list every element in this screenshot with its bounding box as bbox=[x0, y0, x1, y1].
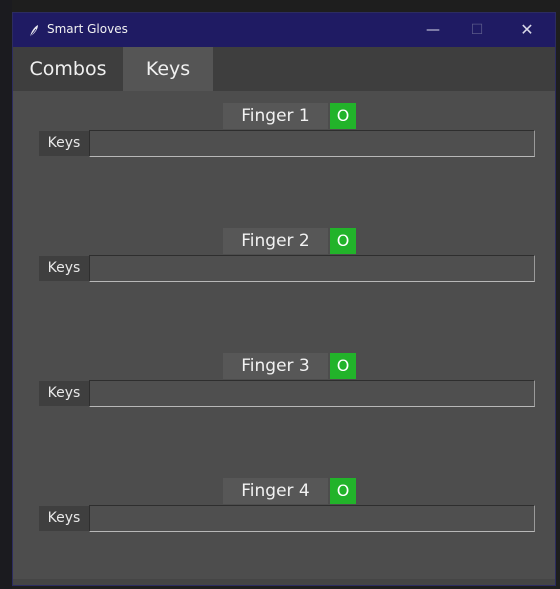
finger-row-3: Finger 3 O Keys bbox=[13, 353, 555, 413]
status-badge[interactable]: O bbox=[330, 103, 356, 129]
keys-label: Keys bbox=[39, 381, 89, 406]
app-window: Smart Gloves — ☐ ✕ Combos Keys Finger 1 … bbox=[12, 12, 556, 586]
finger-row-1: Finger 1 O Keys bbox=[13, 103, 555, 163]
finger-label: Finger 3 bbox=[223, 353, 328, 379]
finger-row-2: Finger 2 O Keys bbox=[13, 228, 555, 288]
tab-combos[interactable]: Combos bbox=[13, 47, 123, 91]
keys-input[interactable] bbox=[89, 130, 535, 157]
finger-label: Finger 4 bbox=[223, 478, 328, 504]
keys-label: Keys bbox=[39, 506, 89, 531]
status-badge[interactable]: O bbox=[330, 478, 356, 504]
finger-label: Finger 1 bbox=[223, 103, 328, 129]
finger-label: Finger 2 bbox=[223, 228, 328, 254]
status-badge[interactable]: O bbox=[330, 228, 356, 254]
tab-keys[interactable]: Keys bbox=[123, 47, 213, 91]
keys-input[interactable] bbox=[89, 255, 535, 282]
window-title: Smart Gloves bbox=[47, 22, 128, 36]
close-icon[interactable]: ✕ bbox=[505, 13, 549, 47]
maximize-icon[interactable]: ☐ bbox=[455, 13, 499, 47]
tab-bar: Combos Keys bbox=[13, 47, 555, 91]
finger-row-4: Finger 4 O Keys bbox=[13, 478, 555, 538]
keys-input[interactable] bbox=[89, 505, 535, 532]
bottom-strip bbox=[13, 579, 555, 585]
keys-tab-panel: Finger 1 O Keys Finger 2 O Keys Finger 3… bbox=[13, 91, 555, 585]
feather-icon bbox=[27, 23, 41, 38]
keys-label: Keys bbox=[39, 256, 89, 281]
status-badge[interactable]: O bbox=[330, 353, 356, 379]
keys-input[interactable] bbox=[89, 380, 535, 407]
title-bar[interactable]: Smart Gloves — ☐ ✕ bbox=[13, 13, 555, 47]
tab-bar-filler bbox=[213, 47, 555, 91]
desktop-background bbox=[0, 0, 12, 589]
keys-label: Keys bbox=[39, 131, 89, 156]
minimize-icon[interactable]: — bbox=[411, 13, 455, 47]
